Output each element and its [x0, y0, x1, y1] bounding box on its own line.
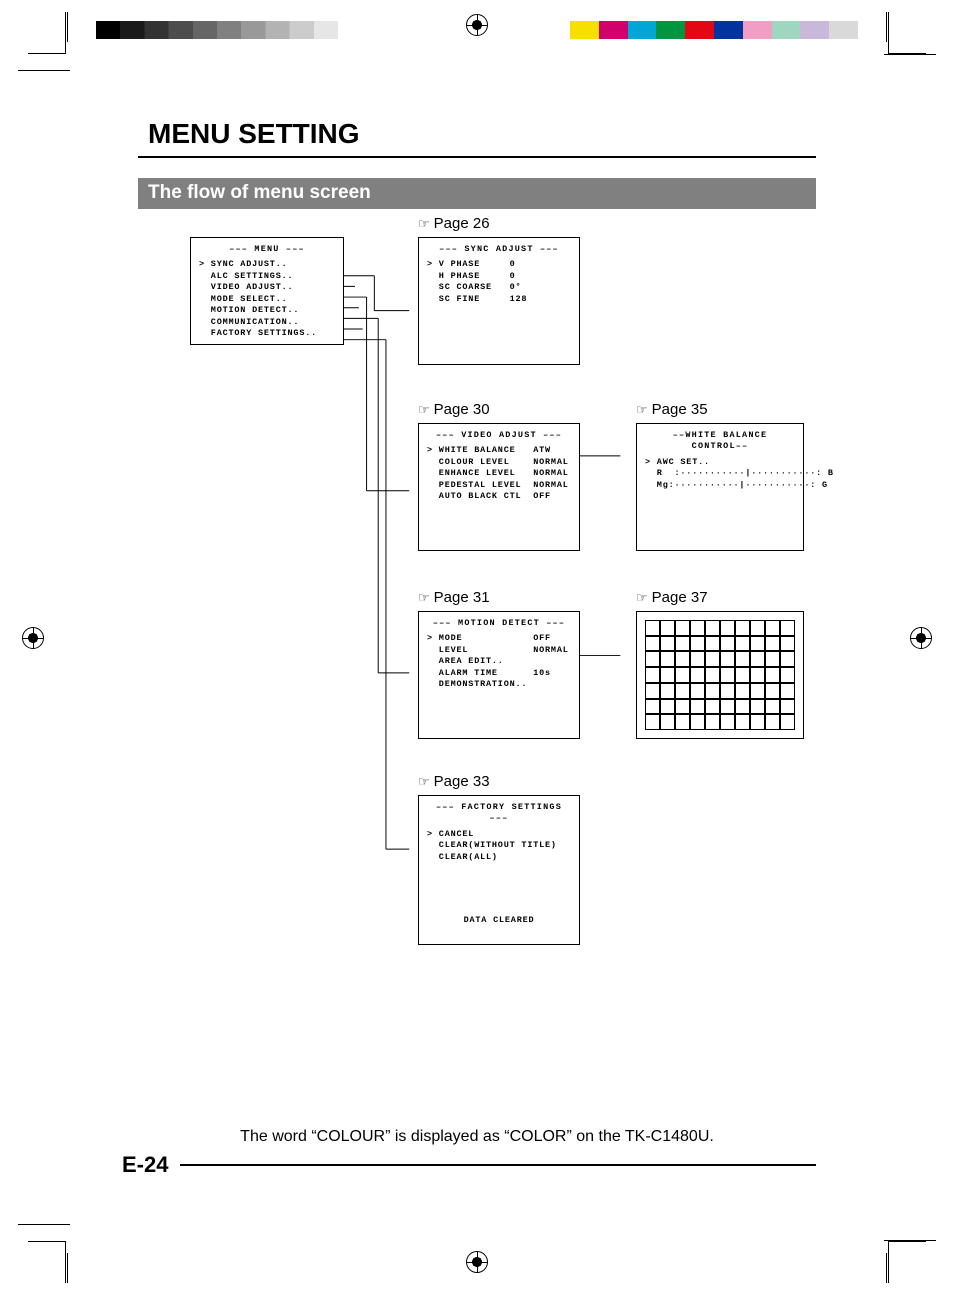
- box-title: ––– VIDEO ADJUST –––: [427, 430, 571, 441]
- menu-item: MOTION DETECT..: [199, 305, 335, 316]
- sync-adjust-box: ––– SYNC ADJUST ––– > V PHASE 0 H PHASE …: [418, 237, 580, 365]
- page-footer: E-24: [122, 1152, 816, 1178]
- motion-row: LEVEL NORMAL: [427, 645, 571, 656]
- wb-row: Mg:···········|···········: G: [645, 480, 795, 491]
- video-row: ENHANCE LEVEL NORMAL: [427, 468, 571, 479]
- video-row: > WHITE BALANCE ATW: [427, 445, 571, 456]
- video-row: AUTO BLACK CTL OFF: [427, 491, 571, 502]
- pointer-icon: ☞: [418, 590, 430, 605]
- factory-row: CLEAR(ALL): [427, 852, 571, 863]
- registration-mark-icon: [466, 14, 488, 36]
- box-title: ––– SYNC ADJUST –––: [427, 244, 571, 255]
- box-title: ––– FACTORY SETTINGS –––: [427, 802, 571, 825]
- page-ref-35: ☞Page 35: [636, 401, 708, 418]
- pointer-icon: ☞: [418, 774, 430, 789]
- menu-box-title: ––– MENU –––: [199, 244, 335, 255]
- sync-row: > V PHASE 0: [427, 259, 571, 270]
- sync-row: SC FINE 128: [427, 294, 571, 305]
- box-title: ––WHITE BALANCE CONTROL––: [645, 430, 795, 453]
- area-grid: [645, 620, 795, 730]
- wb-row: R :···········|···········: B: [645, 468, 795, 479]
- menu-item: COMMUNICATION..: [199, 317, 335, 328]
- pointer-icon: ☞: [636, 402, 648, 417]
- video-adjust-box: ––– VIDEO ADJUST ––– > WHITE BALANCE ATW…: [418, 423, 580, 551]
- section-subtitle: The flow of menu screen: [138, 178, 816, 209]
- color-bar: [570, 21, 858, 39]
- factory-row: CLEAR(WITHOUT TITLE): [427, 840, 571, 851]
- box-title: ––– MOTION DETECT –––: [427, 618, 571, 629]
- area-grid-box: [636, 611, 804, 739]
- pointer-icon: ☞: [418, 216, 430, 231]
- menu-item: VIDEO ADJUST..: [199, 282, 335, 293]
- white-balance-box: ––WHITE BALANCE CONTROL–– > AWC SET.. R …: [636, 423, 804, 551]
- page-ref-31: ☞Page 31: [418, 589, 490, 606]
- motion-row: AREA EDIT..: [427, 656, 571, 667]
- video-row: COLOUR LEVEL NORMAL: [427, 457, 571, 468]
- menu-item: FACTORY SETTINGS..: [199, 328, 335, 339]
- pointer-icon: ☞: [636, 590, 648, 605]
- registration-mark-icon: [22, 627, 44, 649]
- motion-row: > MODE OFF: [427, 633, 571, 644]
- registration-mark-icon: [910, 627, 932, 649]
- video-row: PEDESTAL LEVEL NORMAL: [427, 480, 571, 491]
- menu-box: ––– MENU ––– > SYNC ADJUST.. ALC SETTING…: [190, 237, 344, 345]
- wb-row: > AWC SET..: [645, 457, 795, 468]
- sync-row: SC COARSE 0°: [427, 282, 571, 293]
- menu-item: MODE SELECT..: [199, 294, 335, 305]
- factory-settings-box: ––– FACTORY SETTINGS ––– > CANCEL CLEAR(…: [418, 795, 580, 945]
- printer-marks-bottom: [0, 1221, 954, 1277]
- page-ref-26: ☞Page 26: [418, 215, 490, 232]
- grayscale-bar: [96, 21, 338, 39]
- page-ref-30: ☞Page 30: [418, 401, 490, 418]
- menu-flow-diagram: ☞Page 26 ☞Page 30 ☞Page 35 ☞Page 31 ☞Pag…: [138, 237, 816, 977]
- factory-status: DATA CLEARED: [427, 915, 571, 926]
- menu-item: ALC SETTINGS..: [199, 271, 335, 282]
- factory-row: > CANCEL: [427, 829, 571, 840]
- pointer-icon: ☞: [418, 402, 430, 417]
- page-number: E-24: [122, 1152, 168, 1178]
- sync-row: H PHASE 0: [427, 271, 571, 282]
- footnote: The word “COLOUR” is displayed as “COLOR…: [138, 1128, 816, 1146]
- menu-item: > SYNC ADJUST..: [199, 259, 335, 270]
- page-title: MENU SETTING: [138, 118, 816, 158]
- page-ref-33: ☞Page 33: [418, 773, 490, 790]
- page-ref-37: ☞Page 37: [636, 589, 708, 606]
- motion-row: DEMONSTRATION..: [427, 679, 571, 690]
- motion-row: ALARM TIME 10s: [427, 668, 571, 679]
- motion-detect-box: ––– MOTION DETECT ––– > MODE OFF LEVEL N…: [418, 611, 580, 739]
